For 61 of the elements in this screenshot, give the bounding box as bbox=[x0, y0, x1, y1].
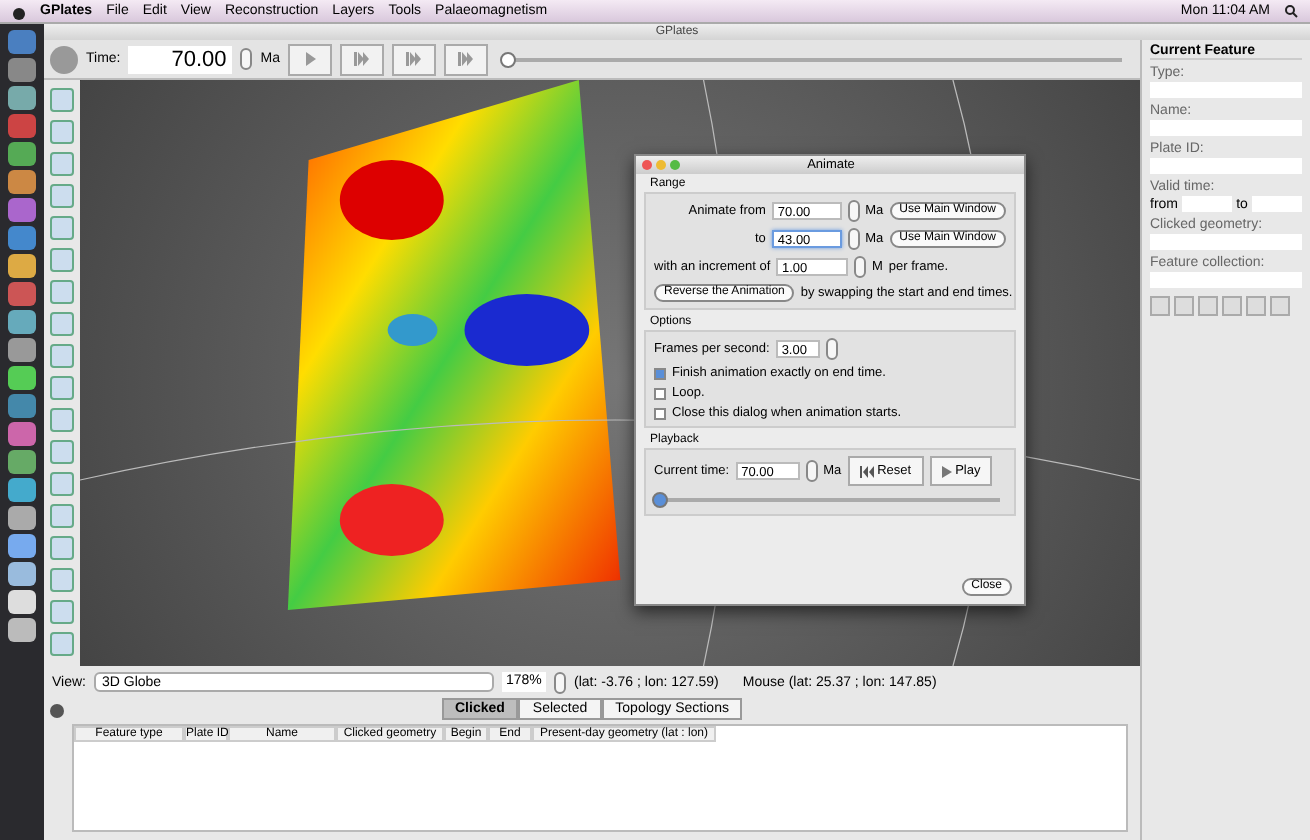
play-button[interactable] bbox=[287, 43, 332, 75]
tool-icon[interactable] bbox=[50, 536, 74, 560]
dock-app-icon[interactable] bbox=[8, 170, 36, 194]
dock-app-icon[interactable] bbox=[8, 254, 36, 278]
tool-icon[interactable] bbox=[50, 216, 74, 240]
stepper[interactable] bbox=[847, 228, 860, 250]
tool-icon[interactable] bbox=[50, 184, 74, 208]
tool-icon[interactable] bbox=[50, 248, 74, 272]
tool-icon[interactable] bbox=[50, 600, 74, 624]
rewind-button[interactable] bbox=[391, 43, 436, 75]
dock-app-icon[interactable] bbox=[8, 534, 36, 558]
zoom-dot[interactable] bbox=[670, 160, 680, 170]
tool-icon[interactable] bbox=[50, 152, 74, 176]
collapse-icon[interactable] bbox=[50, 704, 64, 718]
tool-icon[interactable] bbox=[50, 88, 74, 112]
stepper[interactable] bbox=[240, 48, 253, 70]
search-icon[interactable] bbox=[1284, 4, 1298, 18]
dock-app-icon[interactable] bbox=[8, 86, 36, 110]
tool-icon[interactable] bbox=[50, 376, 74, 400]
avatar-icon bbox=[50, 45, 78, 73]
stepper[interactable] bbox=[805, 460, 818, 482]
tool-icon[interactable] bbox=[50, 344, 74, 368]
checkbox[interactable] bbox=[654, 387, 666, 399]
skip-icon bbox=[353, 52, 370, 66]
stepper[interactable] bbox=[854, 256, 866, 278]
step-button[interactable] bbox=[339, 43, 384, 75]
dock-app-icon[interactable] bbox=[8, 506, 36, 530]
tool-icon[interactable] bbox=[50, 440, 74, 464]
skip-icon bbox=[457, 52, 474, 66]
stepper[interactable] bbox=[847, 200, 860, 222]
tool-icon[interactable] bbox=[50, 280, 74, 304]
close-dot[interactable] bbox=[642, 160, 652, 170]
stepper[interactable] bbox=[825, 338, 838, 360]
stepper[interactable] bbox=[554, 671, 566, 693]
tool-icon[interactable] bbox=[50, 632, 74, 656]
dock-app-icon[interactable] bbox=[8, 562, 36, 586]
forward-button[interactable] bbox=[443, 43, 488, 75]
tool-icon[interactable] bbox=[50, 568, 74, 592]
tool-icon[interactable] bbox=[50, 120, 74, 144]
skip-icon bbox=[405, 52, 422, 66]
tool-icon[interactable] bbox=[50, 504, 74, 528]
play-icon bbox=[941, 465, 952, 477]
dock-app-icon[interactable] bbox=[8, 478, 36, 502]
dock-app-icon[interactable] bbox=[8, 310, 36, 334]
dock-app-icon[interactable] bbox=[8, 142, 36, 166]
time-field[interactable]: 70.00 bbox=[128, 45, 233, 73]
minimize-dot[interactable] bbox=[656, 160, 666, 170]
tool-icon[interactable] bbox=[50, 312, 74, 336]
dock-app-icon[interactable] bbox=[8, 618, 36, 642]
dock-app-icon[interactable] bbox=[8, 338, 36, 362]
reset-icon bbox=[859, 465, 874, 477]
dock-app-icon[interactable] bbox=[8, 366, 36, 390]
dock-app-icon[interactable] bbox=[8, 590, 36, 614]
checkbox[interactable] bbox=[654, 407, 666, 419]
play-icon bbox=[301, 52, 318, 66]
slider-thumb[interactable] bbox=[499, 51, 516, 67]
tool-icon[interactable] bbox=[50, 472, 74, 496]
tool-icon[interactable] bbox=[50, 408, 74, 432]
slider-thumb[interactable] bbox=[652, 492, 668, 508]
dock-app-icon[interactable] bbox=[8, 450, 36, 474]
checkbox[interactable] bbox=[654, 367, 666, 379]
